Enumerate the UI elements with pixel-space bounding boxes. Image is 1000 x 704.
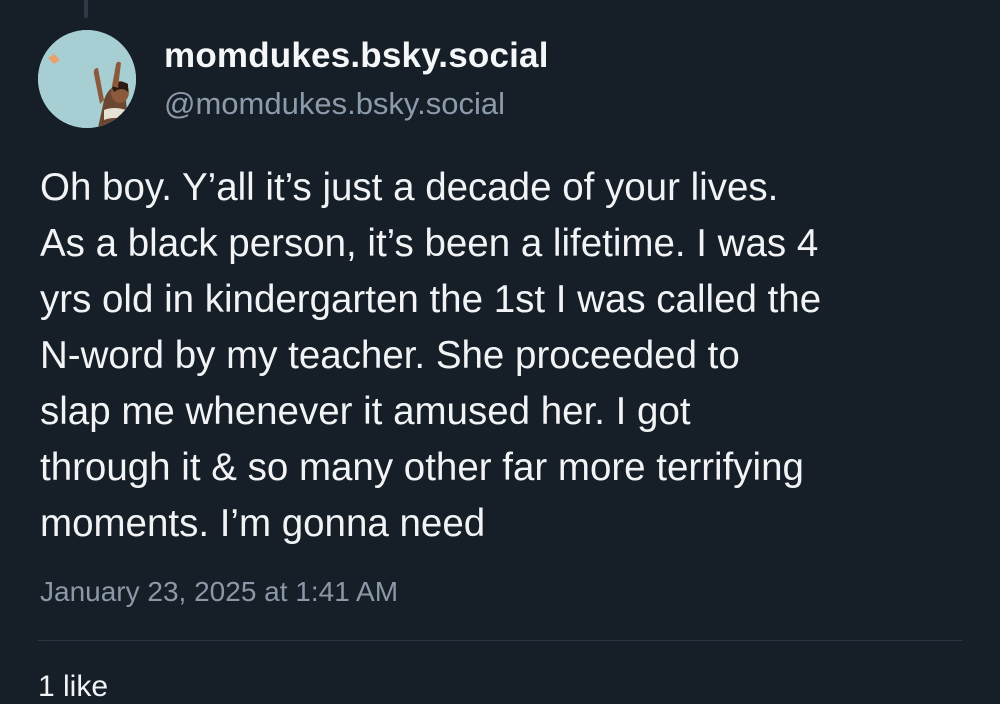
post-timestamp: January 23, 2025 at 1:41 AM	[40, 576, 399, 607]
likes-count[interactable]: 1 like	[38, 670, 108, 704]
post-text: Oh boy. Y’all it’s just a decade of your…	[40, 166, 822, 545]
display-name[interactable]: momdukes.bsky.social	[164, 36, 549, 76]
divider	[38, 640, 962, 641]
post: momdukes.bsky.social @momdukes.bsky.soci…	[0, 0, 1000, 703]
avatar[interactable]	[38, 30, 136, 128]
avatar-illustration-icon	[38, 30, 136, 128]
user-handle[interactable]: @momdukes.bsky.social	[164, 86, 505, 122]
